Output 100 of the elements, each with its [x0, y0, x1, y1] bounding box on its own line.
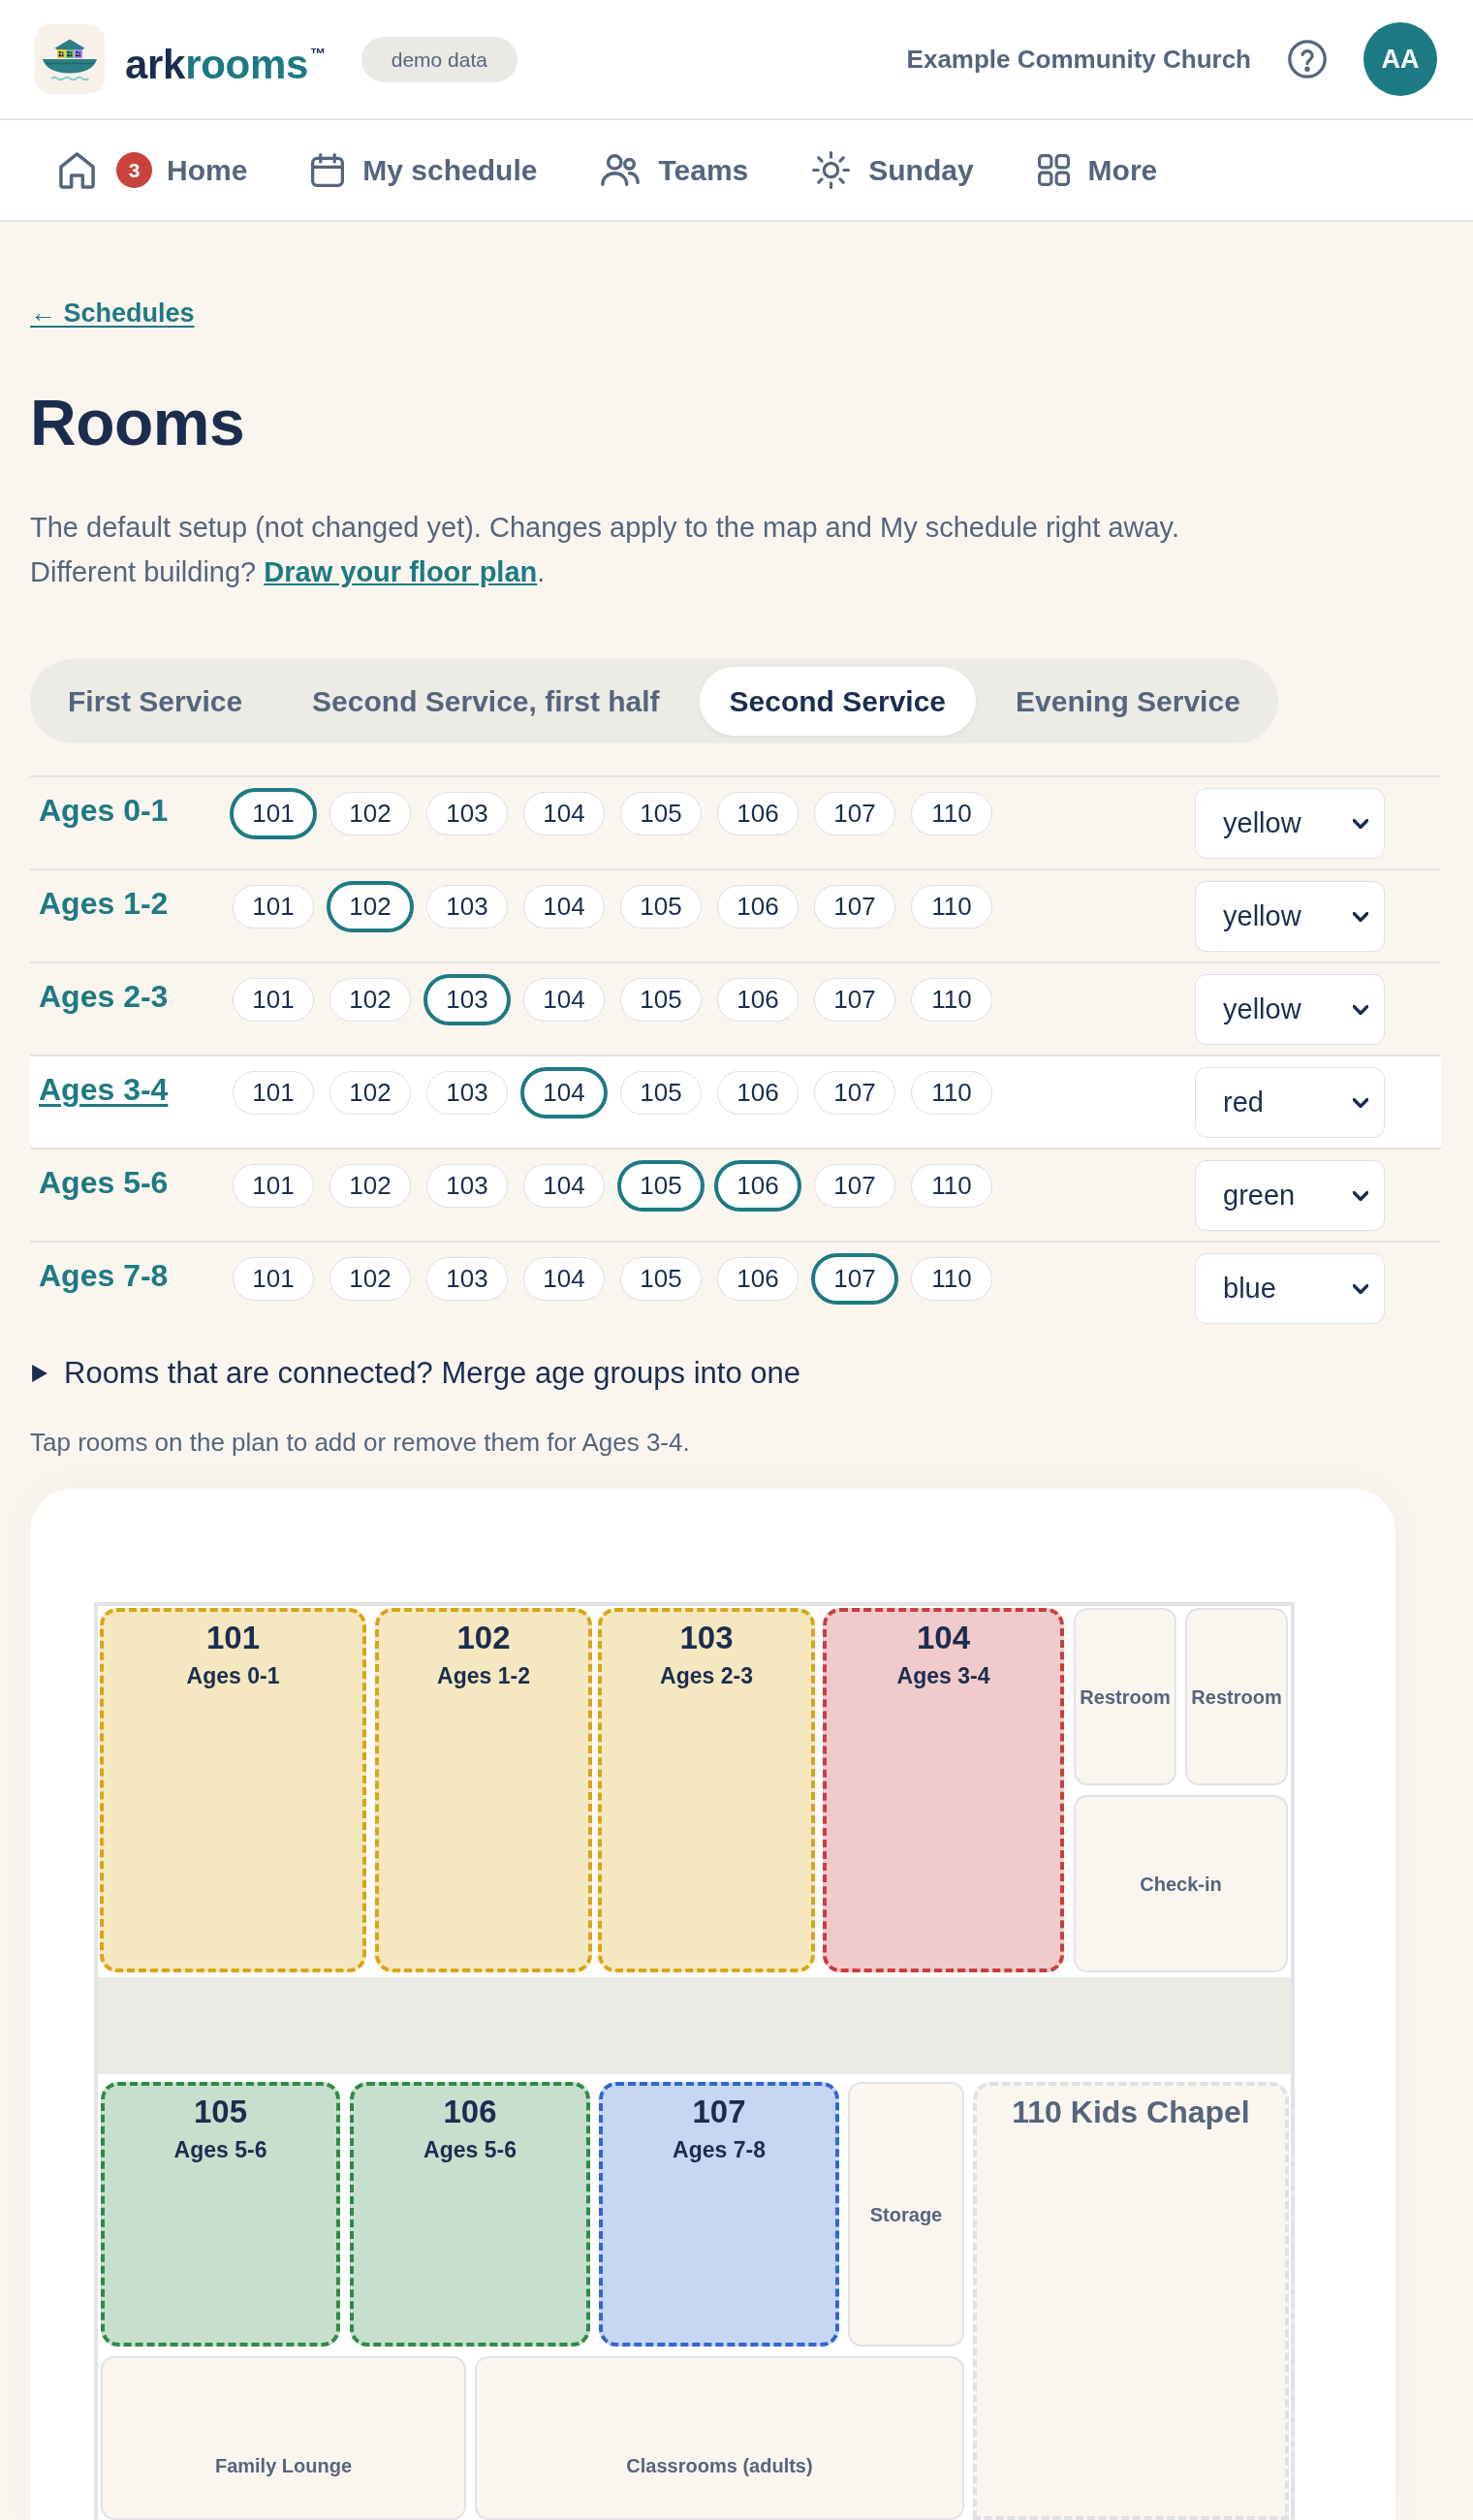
room-chip[interactable]: 102: [329, 1164, 411, 1208]
room-chip[interactable]: 102: [329, 1071, 411, 1115]
color-select[interactable]: yellow: [1195, 974, 1385, 1045]
room-chip[interactable]: 110: [911, 1164, 992, 1208]
hint-text: Tap rooms on the plan to add or remove them for Ages 3-4.: [30, 1427, 690, 1459]
room-number: 103: [679, 1621, 734, 1655]
room-number: 102: [456, 1621, 511, 1655]
color-select[interactable]: blue: [1195, 1253, 1385, 1324]
room-group-label: Ages 5-6: [173, 2136, 267, 2163]
room-chip[interactable]: 103: [426, 792, 508, 835]
room-chip[interactable]: 103: [426, 1164, 508, 1208]
room-chip[interactable]: 105: [617, 1160, 705, 1212]
nav-link[interactable]: Sunday: [812, 151, 974, 189]
service-tab[interactable]: Second Service, first half: [282, 667, 690, 736]
age-group-link[interactable]: Ages 1-2: [39, 886, 169, 921]
room-label: 110 Kids Chapel: [1012, 2095, 1250, 2129]
age-group-link[interactable]: Ages 2-3: [39, 979, 169, 1014]
room-chip[interactable]: 106: [717, 1071, 799, 1115]
room[interactable]: 104 Ages 3-4: [823, 1608, 1064, 1972]
room-chip[interactable]: 107: [814, 978, 895, 1022]
floor-plan-link[interactable]: Draw your floor plan: [264, 556, 538, 587]
help-icon[interactable]: [1288, 40, 1327, 79]
description-text: The default setup (not changed yet). Changes apply to the map and My schedule right away. Different building? Draw your floor plan.: [30, 511, 1179, 589]
room-chip[interactable]: 107: [814, 1164, 895, 1208]
color-select[interactable]: green: [1195, 1160, 1385, 1231]
room-chip[interactable]: 105: [620, 792, 702, 835]
room-chip[interactable]: 104: [523, 792, 605, 835]
room-chip[interactable]: 104: [523, 1164, 605, 1208]
chevron-down-icon: [1353, 1097, 1368, 1108]
room-chip[interactable]: 103: [426, 885, 508, 929]
merge-toggle[interactable]: Rooms that are connected? Merge age groups into one: [30, 1354, 800, 1393]
ark-logo-icon[interactable]: [35, 24, 105, 94]
room-chip[interactable]: 103: [426, 1257, 508, 1301]
room-chip[interactable]: 106: [717, 792, 799, 835]
room-group-label: Ages 2-3: [660, 1662, 753, 1689]
room-chip[interactable]: 106: [717, 978, 799, 1022]
room-group-label: Ages 5-6: [423, 2136, 517, 2163]
room-chip[interactable]: 106: [717, 885, 799, 929]
room[interactable]: 107 Ages 7-8: [599, 2082, 839, 2347]
room-chip[interactable]: 102: [329, 978, 411, 1022]
age-group-link[interactable]: Ages 7-8: [39, 1258, 169, 1293]
room[interactable]: 103 Ages 2-3: [598, 1608, 815, 1972]
room-chip[interactable]: 104: [523, 978, 605, 1022]
demo-mode-tag: demo data: [360, 36, 517, 82]
room[interactable]: 105 Ages 5-6: [101, 2082, 340, 2347]
room-chip[interactable]: 103: [423, 974, 511, 1025]
avatar-button[interactable]: AA: [1363, 22, 1437, 96]
room-chip[interactable]: 104: [523, 885, 605, 929]
room-chip[interactable]: 101: [230, 788, 317, 839]
room-chip[interactable]: 110: [911, 792, 992, 835]
color-select[interactable]: yellow: [1195, 881, 1385, 952]
room-chip[interactable]: 105: [620, 885, 702, 929]
age-group-link[interactable]: Ages 3-4: [39, 1072, 169, 1107]
nav-link[interactable]: 3 Home: [59, 151, 248, 189]
logo-wordmark[interactable]: arkrooms$^{™}$: [125, 30, 326, 88]
room-chip[interactable]: 105: [620, 1257, 702, 1301]
service-tab[interactable]: Second Service: [699, 667, 977, 736]
service-tab[interactable]: First Service: [38, 667, 273, 736]
room-chip[interactable]: 110: [911, 885, 992, 929]
back-link[interactable]: ← Schedules: [30, 296, 195, 331]
sun-icon: [812, 151, 851, 189]
room-chip[interactable]: 110: [911, 1071, 992, 1115]
room[interactable]: 106 Ages 5-6: [350, 2082, 590, 2347]
room-chip[interactable]: 101: [233, 1164, 314, 1208]
color-select[interactable]: red: [1195, 1067, 1385, 1138]
room-label: Family Lounge: [214, 2453, 353, 2478]
room-chip[interactable]: 105: [620, 978, 702, 1022]
room-chip[interactable]: 102: [327, 881, 414, 932]
room[interactable]: 102 Ages 1-2: [375, 1608, 592, 1972]
room-chip[interactable]: 107: [811, 1253, 898, 1305]
nav-link[interactable]: Teams: [601, 153, 749, 187]
age-group-link[interactable]: Ages 5-6: [39, 1165, 169, 1200]
room-chip[interactable]: 107: [814, 1071, 895, 1115]
room-chip[interactable]: 110: [911, 978, 992, 1022]
room-chip[interactable]: 101: [233, 1071, 314, 1115]
room-chip[interactable]: 107: [814, 885, 895, 929]
home-icon: [59, 151, 95, 189]
room-chip[interactable]: 104: [523, 1257, 605, 1301]
nav-link[interactable]: More: [1037, 153, 1158, 187]
room-chip[interactable]: 104: [520, 1067, 608, 1118]
room-chip[interactable]: 106: [714, 1160, 801, 1212]
chevron-down-icon: [1353, 1283, 1368, 1294]
service-tab[interactable]: Evening Service: [986, 667, 1270, 736]
room-chip[interactable]: 107: [814, 792, 895, 835]
age-group-link[interactable]: Ages 0-1: [39, 793, 169, 828]
chevron-down-icon: [1353, 1190, 1368, 1201]
room-chip[interactable]: 103: [426, 1071, 508, 1115]
room-chip[interactable]: 102: [329, 1257, 411, 1301]
room-chip[interactable]: 101: [233, 885, 314, 929]
color-select[interactable]: yellow: [1195, 788, 1385, 859]
room-chip[interactable]: 106: [717, 1257, 799, 1301]
room[interactable]: 110 Kids Chapel: [973, 2082, 1289, 2520]
room-chip[interactable]: 110: [911, 1257, 992, 1301]
room-chip[interactable]: 101: [233, 1257, 314, 1301]
nav-link[interactable]: My schedule: [311, 153, 538, 187]
room-chip[interactable]: 105: [620, 1071, 702, 1115]
room-chip[interactable]: 101: [233, 978, 314, 1022]
chevron-down-icon: [1353, 818, 1368, 829]
room-chip[interactable]: 102: [329, 792, 411, 835]
room[interactable]: 101 Ages 0-1: [100, 1608, 366, 1972]
